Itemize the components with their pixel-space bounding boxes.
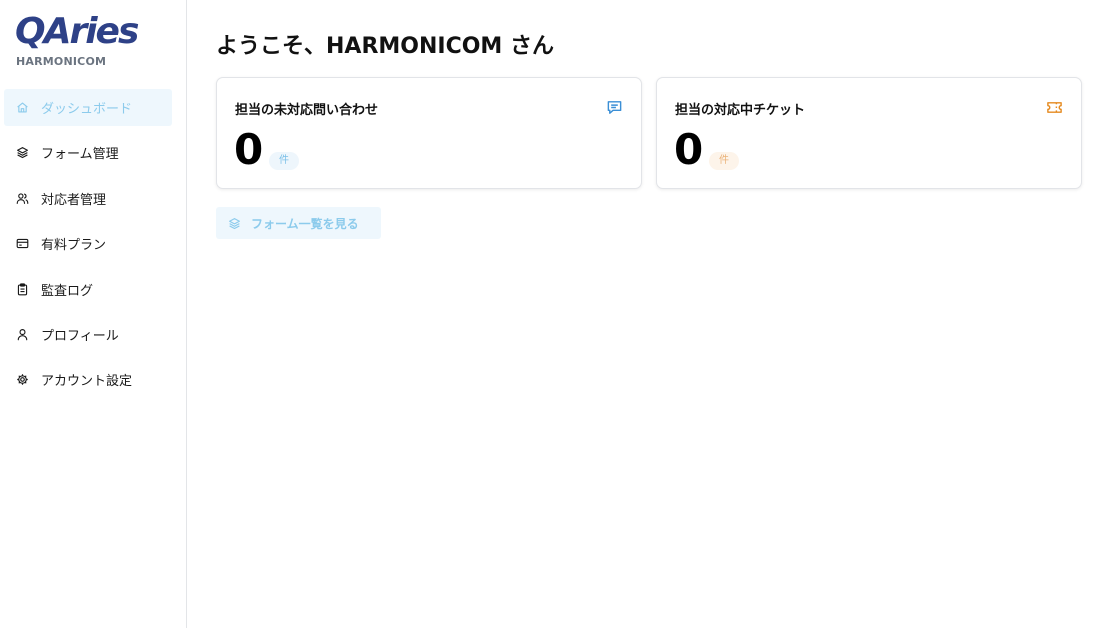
message-icon: [606, 99, 623, 116]
card-value: 0: [234, 125, 264, 174]
sidebar-item-responders[interactable]: 対応者管理: [4, 180, 172, 217]
unhandled-inquiries-card: 担当の未対応問い合わせ 0 件: [216, 77, 642, 189]
sidebar: QAries HARMONICOM ダッシュボード フォーム管理 対応者管理 有…: [0, 0, 187, 628]
sidebar-item-label: 対応者管理: [41, 192, 107, 208]
sidebar-item-dashboard[interactable]: ダッシュボード: [4, 89, 172, 126]
app: QAries HARMONICOM ダッシュボード フォーム管理 対応者管理 有…: [0, 0, 1099, 628]
users-icon: [16, 192, 29, 205]
sidebar-item-label: ダッシュボード: [41, 102, 133, 117]
view-forms-button[interactable]: フォーム一覧を見る: [216, 207, 381, 239]
card-title: 担当の対応中チケット: [675, 103, 806, 118]
sidebar-item-label: アカウント設定: [41, 374, 133, 390]
unit-badge: 件: [709, 152, 739, 170]
sidebar-item-audit-log[interactable]: 監査ログ: [4, 271, 172, 308]
sidebar-item-forms[interactable]: フォーム管理: [4, 134, 172, 171]
button-label: フォーム一覧を見る: [251, 216, 359, 231]
sidebar-item-profile[interactable]: プロフィール: [4, 316, 172, 353]
unit-badge: 件: [269, 152, 299, 170]
sidebar-item-label: フォーム管理: [41, 147, 119, 163]
org-name: HARMONICOM: [16, 55, 107, 68]
clipboard-icon: [16, 282, 29, 296]
sidebar-item-account-settings[interactable]: アカウント設定: [4, 361, 172, 398]
main-content: ようこそ、HARMONICOM さん 担当の未対応問い合わせ 0 件 担当の対応…: [187, 0, 1099, 628]
sidebar-item-label: プロフィール: [41, 328, 119, 344]
credit-card-icon: [16, 237, 29, 250]
layers-icon: [228, 217, 241, 230]
ticket-icon: [1046, 99, 1063, 116]
sidebar-nav: ダッシュボード フォーム管理 対応者管理 有料プラン 監査ログ プロフィール ア…: [4, 89, 172, 407]
home-icon: [16, 101, 29, 114]
card-title: 担当の未対応問い合わせ: [235, 103, 379, 118]
sidebar-item-label: 有料プラン: [41, 238, 107, 254]
card-value: 0: [674, 125, 704, 174]
user-icon: [16, 328, 29, 341]
page-title: ようこそ、HARMONICOM さん: [216, 34, 554, 59]
sidebar-item-label: 監査ログ: [41, 283, 94, 299]
logo[interactable]: QAries: [15, 10, 139, 54]
layers-icon: [16, 146, 29, 159]
gear-icon: [16, 373, 29, 386]
sidebar-item-paid-plan[interactable]: 有料プラン: [4, 225, 172, 262]
in-progress-tickets-card: 担当の対応中チケット 0 件: [656, 77, 1082, 189]
